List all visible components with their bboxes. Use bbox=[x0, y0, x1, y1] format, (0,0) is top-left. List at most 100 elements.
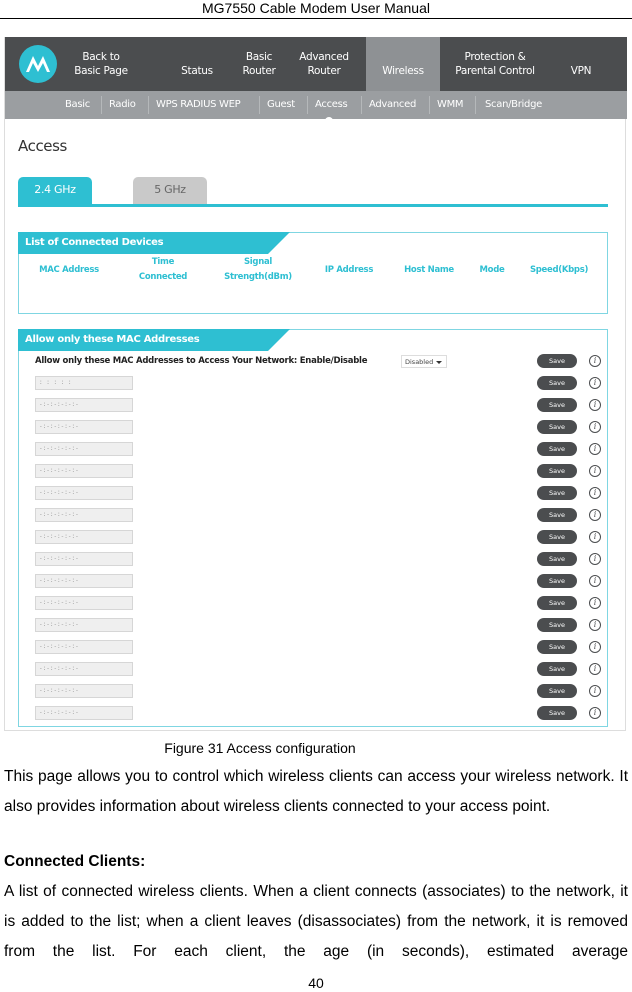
subnav-guest[interactable]: Guest bbox=[267, 91, 295, 119]
column-header-mode: Mode bbox=[479, 265, 505, 275]
active-subnav-indicator bbox=[325, 117, 333, 121]
tab-2-4-ghz[interactable]: 2.4 GHz bbox=[18, 177, 92, 205]
connected-clients-paragraph: A list of connected wireless clients. Wh… bbox=[4, 883, 628, 960]
save-button[interactable]: Save bbox=[537, 552, 577, 566]
divider bbox=[148, 96, 149, 114]
save-button[interactable]: Save bbox=[537, 530, 577, 544]
subnav-access[interactable]: Access bbox=[315, 91, 348, 119]
motorola-logo-icon[interactable] bbox=[19, 45, 57, 83]
tab-5-ghz[interactable]: 5 GHz bbox=[133, 177, 207, 205]
info-icon[interactable]: i bbox=[589, 597, 601, 609]
divider bbox=[429, 96, 430, 114]
mac-address-input[interactable]: -:-:-:-:-:- bbox=[35, 706, 133, 720]
page-title: Access bbox=[18, 137, 67, 155]
save-button[interactable]: Save bbox=[537, 618, 577, 632]
mac-address-input[interactable]: -:-:-:-:-:- bbox=[35, 508, 133, 522]
info-icon[interactable]: i bbox=[589, 377, 601, 389]
mac-filter-panel: Allow only these MAC Addresses Allow onl… bbox=[18, 329, 608, 727]
mac-address-input[interactable]: -:-:-:-:-:- bbox=[35, 662, 133, 676]
nav-back-to-basic-page[interactable]: Back to Basic Page bbox=[61, 37, 141, 91]
info-icon[interactable]: i bbox=[589, 663, 601, 675]
mac-address-input[interactable]: -:-:-:-:-:- bbox=[35, 398, 133, 412]
info-icon[interactable]: i bbox=[589, 465, 601, 477]
top-navigation: Back to Basic Page Status Basic Router Adv… bbox=[5, 37, 627, 91]
column-header-speed: Speed(Kbps) bbox=[529, 265, 589, 275]
subnav-wps-radius-wep[interactable]: WPS RADIUS WEP bbox=[156, 91, 241, 119]
save-button[interactable]: Save bbox=[537, 574, 577, 588]
mac-address-input[interactable]: -:-:-:-:-:- bbox=[35, 596, 133, 610]
info-icon[interactable]: i bbox=[589, 641, 601, 653]
mac-address-input[interactable]: -:-:-:-:-:- bbox=[35, 464, 133, 478]
nav-wireless[interactable]: Wireless bbox=[366, 37, 440, 91]
divider bbox=[101, 96, 102, 114]
info-icon[interactable]: i bbox=[589, 531, 601, 543]
intro-paragraph: This page allows you to control which wi… bbox=[4, 768, 628, 815]
divider bbox=[361, 96, 362, 114]
info-icon[interactable]: i bbox=[589, 575, 601, 587]
subnav-radio[interactable]: Radio bbox=[109, 91, 136, 119]
divider bbox=[259, 96, 260, 114]
chevron-down-icon bbox=[436, 361, 442, 364]
info-icon[interactable]: i bbox=[589, 685, 601, 697]
save-button[interactable]: Save bbox=[537, 354, 577, 368]
save-button[interactable]: Save bbox=[537, 684, 577, 698]
mac-address-input[interactable]: -:-:-:-:-:- bbox=[35, 618, 133, 632]
info-icon[interactable]: i bbox=[589, 509, 601, 521]
save-button[interactable]: Save bbox=[537, 442, 577, 456]
mac-address-input[interactable]: -:-:-:-:-:- bbox=[35, 574, 133, 588]
subnav-basic[interactable]: Basic bbox=[65, 91, 90, 119]
mac-address-input[interactable]: -:-:-:-:-:- bbox=[35, 486, 133, 500]
column-header-mac-address: MAC Address bbox=[39, 265, 99, 275]
info-icon[interactable]: i bbox=[589, 443, 601, 455]
header-rule bbox=[0, 18, 632, 19]
nav-advanced-router[interactable]: Advanced Router bbox=[293, 37, 355, 91]
connected-clients-heading: Connected Clients: bbox=[4, 853, 146, 870]
nav-status[interactable]: Status bbox=[169, 37, 225, 91]
mac-filter-title: Allow only these MAC Addresses bbox=[18, 329, 290, 351]
connected-devices-panel: List of Connected Devices MAC Address Ti… bbox=[18, 232, 608, 314]
info-icon[interactable]: i bbox=[589, 399, 601, 411]
subnav-advanced[interactable]: Advanced bbox=[369, 91, 416, 119]
mac-address-input[interactable]: -:-:-:-:-:- bbox=[35, 640, 133, 654]
info-icon[interactable]: i bbox=[589, 707, 601, 719]
nav-basic-router[interactable]: Basic Router bbox=[233, 37, 285, 91]
save-button[interactable]: Save bbox=[537, 508, 577, 522]
column-header-time-connected: Time Connected bbox=[138, 257, 188, 282]
subnav-wmm[interactable]: WMM bbox=[437, 91, 464, 119]
divider bbox=[475, 96, 476, 114]
info-icon[interactable]: i bbox=[589, 487, 601, 499]
mac-filter-enable-label: Allow only these MAC Addresses to Access… bbox=[35, 356, 368, 366]
column-header-signal-strength: Signal Strength(dBm) bbox=[224, 257, 292, 282]
page-number: 40 bbox=[308, 975, 324, 991]
mac-address-input[interactable]: -:-:-:-:-:- bbox=[35, 552, 133, 566]
save-button[interactable]: Save bbox=[537, 464, 577, 478]
mac-filter-enable-select[interactable]: Disabled bbox=[401, 355, 447, 368]
column-header-host-name: Host Name bbox=[404, 265, 454, 275]
subnav-scan-bridge[interactable]: Scan/Bridge bbox=[485, 91, 542, 119]
mac-address-input[interactable]: : : : : : bbox=[35, 376, 133, 390]
document-header: MG7550 Cable Modem User Manual bbox=[202, 0, 430, 16]
info-icon[interactable]: i bbox=[589, 355, 601, 367]
save-button[interactable]: Save bbox=[537, 398, 577, 412]
connected-devices-title: List of Connected Devices bbox=[18, 232, 290, 254]
save-button[interactable]: Save bbox=[537, 596, 577, 610]
mac-address-input[interactable]: -:-:-:-:-:- bbox=[35, 684, 133, 698]
save-button[interactable]: Save bbox=[537, 706, 577, 720]
save-button[interactable]: Save bbox=[537, 420, 577, 434]
mac-address-input[interactable]: -:-:-:-:-:- bbox=[35, 442, 133, 456]
nav-protection-parental-control[interactable]: Protection & Parental Control bbox=[445, 37, 545, 91]
nav-vpn[interactable]: VPN bbox=[557, 37, 605, 91]
divider bbox=[307, 96, 308, 114]
info-icon[interactable]: i bbox=[589, 619, 601, 631]
mac-address-input[interactable]: -:-:-:-:-:- bbox=[35, 530, 133, 544]
save-button[interactable]: Save bbox=[537, 640, 577, 654]
save-button[interactable]: Save bbox=[537, 662, 577, 676]
router-ui-screenshot: Back to Basic Page Status Basic Router Adv… bbox=[4, 37, 627, 731]
mac-address-input[interactable]: -:-:-:-:-:- bbox=[35, 420, 133, 434]
save-button[interactable]: Save bbox=[537, 486, 577, 500]
info-icon[interactable]: i bbox=[589, 421, 601, 433]
column-header-ip-address: IP Address bbox=[324, 265, 374, 275]
save-button[interactable]: Save bbox=[537, 376, 577, 390]
sub-navigation: Basic Radio WPS RADIUS WEP Guest Access … bbox=[5, 91, 627, 119]
info-icon[interactable]: i bbox=[589, 553, 601, 565]
